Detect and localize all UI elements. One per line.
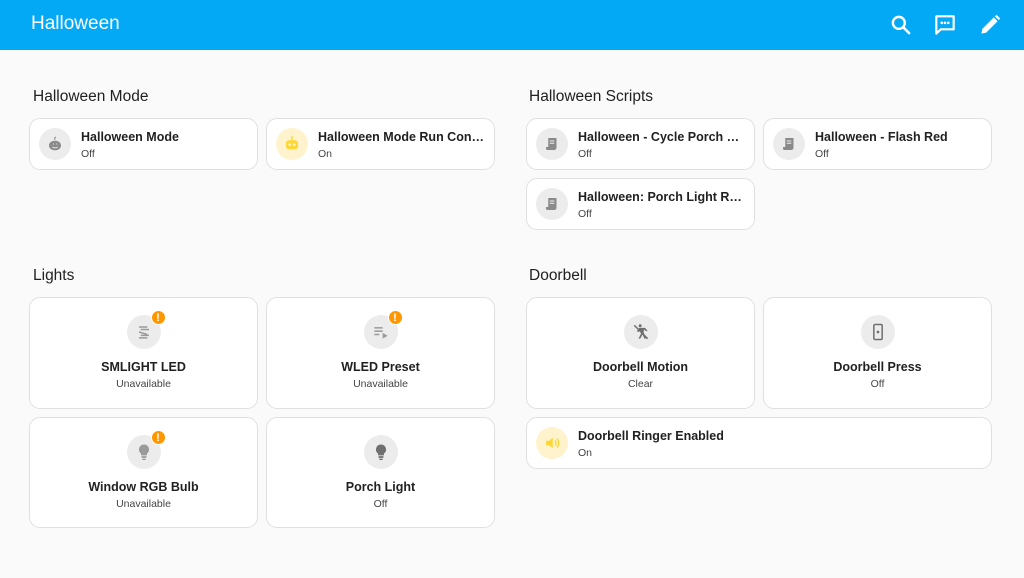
card-name: Doorbell Motion [592, 360, 689, 374]
tile-state: On [578, 447, 593, 459]
card-state: Off [373, 498, 388, 510]
script-icon [536, 188, 568, 220]
edit-pencil-icon[interactable] [977, 12, 1003, 38]
tile-name: Halloween - Flash Red [815, 130, 948, 144]
volume-high-icon [536, 427, 568, 459]
tile-script-flash-red[interactable]: Halloween - Flash Red Off [763, 118, 992, 170]
led-strip-icon: ! [126, 310, 166, 349]
card-name: SMLIGHT LED [101, 360, 186, 374]
card-name: Porch Light [345, 480, 416, 494]
button-card-wled-preset[interactable]: ! WLED Preset Unavailable [266, 297, 495, 409]
assist-chat-icon[interactable] [932, 12, 958, 38]
tile-state: Off [81, 148, 95, 160]
pumpkin-icon [39, 128, 71, 160]
card-name: Window RGB Bulb [88, 480, 199, 494]
tile-halloween-mode-run-controller[interactable]: Halloween Mode Run Cont... On [266, 118, 495, 170]
section-title-halloween-scripts: Halloween Scripts [529, 88, 654, 105]
tile-state: Off [578, 148, 592, 160]
button-card-doorbell-press[interactable]: Doorbell Press Off [763, 297, 992, 409]
playlist-play-icon: ! [363, 310, 403, 349]
script-icon [773, 128, 805, 160]
tile-state: Off [578, 208, 592, 220]
section-title-halloween-mode: Halloween Mode [33, 88, 149, 105]
section-title-doorbell: Doorbell [529, 267, 587, 284]
button-card-doorbell-motion[interactable]: Doorbell Motion Clear [526, 297, 755, 409]
warning-badge: ! [387, 310, 403, 325]
button-card-porch-light[interactable]: Porch Light Off [266, 417, 495, 528]
tile-name: Halloween - Cycle Porch Li... [578, 130, 746, 144]
top-app-bar: Halloween [0, 0, 1024, 50]
tile-name: Halloween Mode Run Cont... [318, 130, 486, 144]
tile-script-porch-light-reset[interactable]: Halloween: Porch Light Re... Off [526, 178, 755, 230]
tile-doorbell-ringer-enabled[interactable]: Doorbell Ringer Enabled On [526, 417, 992, 469]
lightbulb-icon [363, 435, 398, 469]
tile-name: Halloween Mode [81, 130, 179, 144]
tile-state: On [318, 148, 333, 160]
card-state: Unavailable [353, 378, 408, 390]
tile-halloween-mode[interactable]: Halloween Mode Off [29, 118, 258, 170]
warning-badge: ! [150, 310, 166, 325]
tile-name: Halloween: Porch Light Re... [578, 190, 746, 204]
warning-badge: ! [150, 430, 166, 445]
card-name: WLED Preset [341, 360, 420, 374]
dashboard-title: Halloween [31, 13, 120, 34]
tile-script-cycle-porch-lights[interactable]: Halloween - Cycle Porch Li... Off [526, 118, 755, 170]
lightbulb-icon: ! [126, 430, 166, 469]
motion-sensor-off-icon [623, 315, 658, 349]
script-icon [536, 128, 568, 160]
card-state: Unavailable [116, 498, 171, 510]
doorbell-icon [860, 315, 895, 349]
button-card-smlight-led[interactable]: ! SMLIGHT LED Unavailable [29, 297, 258, 409]
card-state: Clear [627, 378, 654, 390]
section-title-lights: Lights [33, 267, 75, 284]
card-state: Unavailable [116, 378, 171, 390]
card-name: Doorbell Press [833, 360, 922, 374]
robot-icon [276, 128, 308, 160]
tile-name: Doorbell Ringer Enabled [578, 429, 724, 443]
tile-state: Off [815, 148, 829, 160]
button-card-window-rgb-bulb[interactable]: ! Window RGB Bulb Unavailable [29, 417, 258, 528]
card-state: Off [870, 378, 885, 390]
search-icon[interactable] [888, 12, 914, 38]
